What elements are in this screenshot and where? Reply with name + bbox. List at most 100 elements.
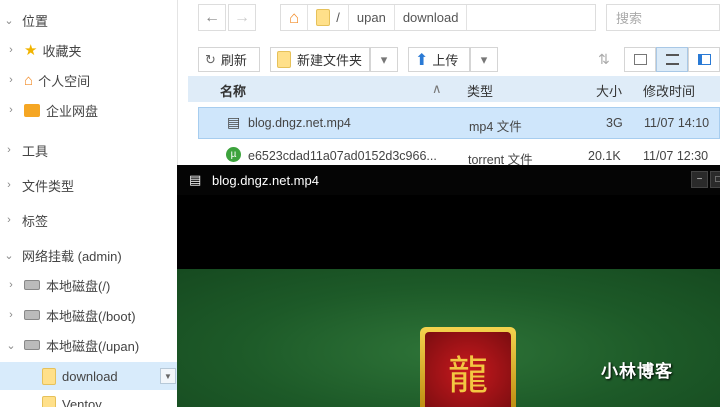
video-player-window[interactable]: ▤ blog.dngz.net.mp4 − □ 龍 小林博客 — [177, 165, 720, 407]
sidebar-item-label: 标签 — [22, 213, 49, 229]
file-type: mp4 文件 — [469, 120, 522, 134]
table-header: 名称 ∧ 类型 大小 修改时间 — [188, 76, 720, 102]
column-modified[interactable]: 修改时间 — [643, 81, 695, 100]
list-view-button[interactable] — [656, 47, 688, 72]
sidebar-item-local-disk-root[interactable]: › 本地磁盘(/) — [0, 271, 178, 299]
sort-icon[interactable]: ⇅ — [598, 51, 610, 68]
forward-button[interactable]: → — [228, 4, 256, 31]
sidebar-item-label: Ventoy — [62, 396, 102, 407]
drive-icon — [24, 280, 40, 290]
sidebar-item-label: 位置 — [22, 13, 49, 29]
sidebar-item-label: 文件类型 — [22, 178, 75, 194]
file-modified: 11/07 14:10 — [644, 116, 710, 130]
sort-asc-icon[interactable]: ∧ — [432, 81, 442, 97]
list-icon — [665, 54, 679, 65]
maximize-icon: □ — [715, 174, 720, 185]
breadcrumb-label: download — [402, 10, 459, 25]
chevron-right-icon[interactable]: › — [4, 44, 18, 56]
sidebar-item-download[interactable]: download ▼ — [0, 362, 178, 390]
refresh-button[interactable]: ↻ 刷新 — [198, 47, 260, 72]
chevron-down-icon[interactable]: ⌄ — [4, 339, 18, 352]
drive-icon — [24, 310, 40, 320]
sidebar-item-location[interactable]: ⌄ 位置 — [0, 6, 178, 34]
chevron-down-icon: ▾ — [380, 51, 388, 67]
sidebar-item-enterprise-drive[interactable]: › 企业网盘 — [0, 96, 178, 124]
sidebar-item-tags[interactable]: › 标签 — [0, 206, 178, 234]
file-name: e6523cdad11a07ad0152d3c966... — [248, 149, 437, 163]
file-modified: 11/07 12:30 — [643, 149, 709, 163]
sidebar-item-personal-space[interactable]: › ⌂ 个人空间 — [0, 66, 178, 94]
sidebar-item-local-disk-upan[interactable]: ⌄ 本地磁盘(/upan) — [0, 331, 178, 359]
maximize-button[interactable]: □ — [710, 171, 720, 188]
file-name: blog.dngz.net.mp4 — [248, 116, 351, 130]
search-input[interactable]: 搜索 — [606, 4, 720, 31]
item-menu-button[interactable]: ▼ — [160, 368, 176, 384]
sidebar-item-label: 个人空间 — [38, 73, 91, 89]
column-name[interactable]: 名称 — [220, 81, 246, 100]
grid-view-button[interactable] — [624, 47, 656, 72]
chevron-right-icon[interactable]: › — [2, 179, 16, 191]
dragon-icon: 龍 — [425, 332, 511, 407]
upload-dropdown[interactable]: ▾ — [470, 47, 498, 72]
breadcrumb-home[interactable]: ⌂ — [281, 5, 309, 30]
chevron-right-icon[interactable]: › — [4, 279, 18, 291]
chevron-down-icon[interactable]: ⌄ — [2, 249, 16, 262]
new-folder-dropdown[interactable]: ▾ — [370, 47, 398, 72]
chevron-right-icon[interactable]: › — [2, 214, 16, 226]
breadcrumb-root[interactable]: / — [308, 5, 349, 30]
video-frame[interactable]: 龍 小林博客 — [177, 269, 720, 407]
breadcrumb-upan[interactable]: upan — [349, 5, 395, 30]
home-icon: ⌂ — [24, 71, 34, 89]
sidebar: ⌄ 位置 › ★ 收藏夹 › ⌂ 个人空间 › 企业网盘 › 工具 › 文件类型… — [0, 0, 178, 407]
chevron-down-icon: ▾ — [480, 51, 488, 67]
back-button[interactable]: ← — [198, 4, 226, 31]
sidebar-item-network-mount[interactable]: ⌄ 网络挂载 (admin) — [0, 241, 178, 269]
breadcrumb-label: upan — [356, 10, 386, 25]
sidebar-item-label: 本地磁盘(/upan) — [46, 338, 140, 354]
drive-icon — [24, 340, 40, 350]
star-icon: ★ — [24, 41, 38, 59]
chevron-right-icon[interactable]: › — [4, 104, 18, 116]
chevron-right-icon[interactable]: › — [4, 309, 18, 321]
player-titlebar[interactable]: ▤ blog.dngz.net.mp4 − □ — [177, 165, 720, 195]
sidebar-item-file-types[interactable]: › 文件类型 — [0, 171, 178, 199]
sidebar-item-ventoy[interactable]: Ventoy — [0, 390, 178, 407]
sidebar-item-label: download — [62, 368, 118, 384]
new-folder-button[interactable]: 新建文件夹 — [270, 47, 370, 72]
folder-icon — [42, 367, 56, 385]
player-title: blog.dngz.net.mp4 — [212, 173, 319, 188]
refresh-icon: ↻ — [205, 51, 216, 67]
column-size[interactable]: 大小 — [596, 81, 622, 100]
dragon-emblem: 龍 — [420, 327, 516, 407]
chevron-right-icon[interactable]: › — [2, 144, 16, 156]
chevron-right-icon[interactable]: › — [4, 74, 18, 86]
video-watermark: 小林博客 — [601, 362, 673, 381]
chevron-down-icon[interactable]: ⌄ — [2, 14, 16, 27]
file-size: 3G — [606, 116, 623, 130]
column-type[interactable]: 类型 — [467, 81, 493, 100]
grid-icon — [633, 54, 647, 65]
split-view-button[interactable] — [688, 47, 720, 72]
sidebar-item-label: 本地磁盘(/) — [46, 278, 111, 294]
enterprise-folder-icon — [24, 103, 40, 117]
torrent-file-icon: µ — [226, 147, 241, 162]
sidebar-item-local-disk-boot[interactable]: › 本地磁盘(/boot) — [0, 301, 178, 329]
table-row[interactable]: ▤ blog.dngz.net.mp4 mp4 文件 3G 11/07 14:1… — [198, 107, 720, 139]
folder-icon — [42, 395, 56, 407]
folder-icon — [316, 9, 331, 26]
arrow-right-icon: → — [234, 8, 250, 26]
sidebar-item-tools[interactable]: › 工具 — [0, 136, 178, 164]
refresh-label: 刷新 — [220, 53, 247, 68]
breadcrumb-download[interactable]: download — [395, 5, 468, 30]
home-icon: ⌂ — [289, 7, 300, 27]
minimize-icon: − — [696, 174, 703, 185]
breadcrumb-label: / — [336, 10, 340, 25]
sidebar-item-favorites[interactable]: › ★ 收藏夹 — [0, 36, 178, 64]
sidebar-item-label: 本地磁盘(/boot) — [46, 308, 136, 324]
sidebar-item-label: 收藏夹 — [42, 43, 82, 59]
breadcrumb: ⌂ / upan download — [280, 4, 596, 31]
sidebar-item-label: 工具 — [22, 143, 49, 159]
upload-button[interactable]: ⬆ 上传 — [408, 47, 470, 72]
minimize-button[interactable]: − — [691, 171, 708, 188]
upload-arrow-icon: ⬆ — [415, 51, 429, 69]
